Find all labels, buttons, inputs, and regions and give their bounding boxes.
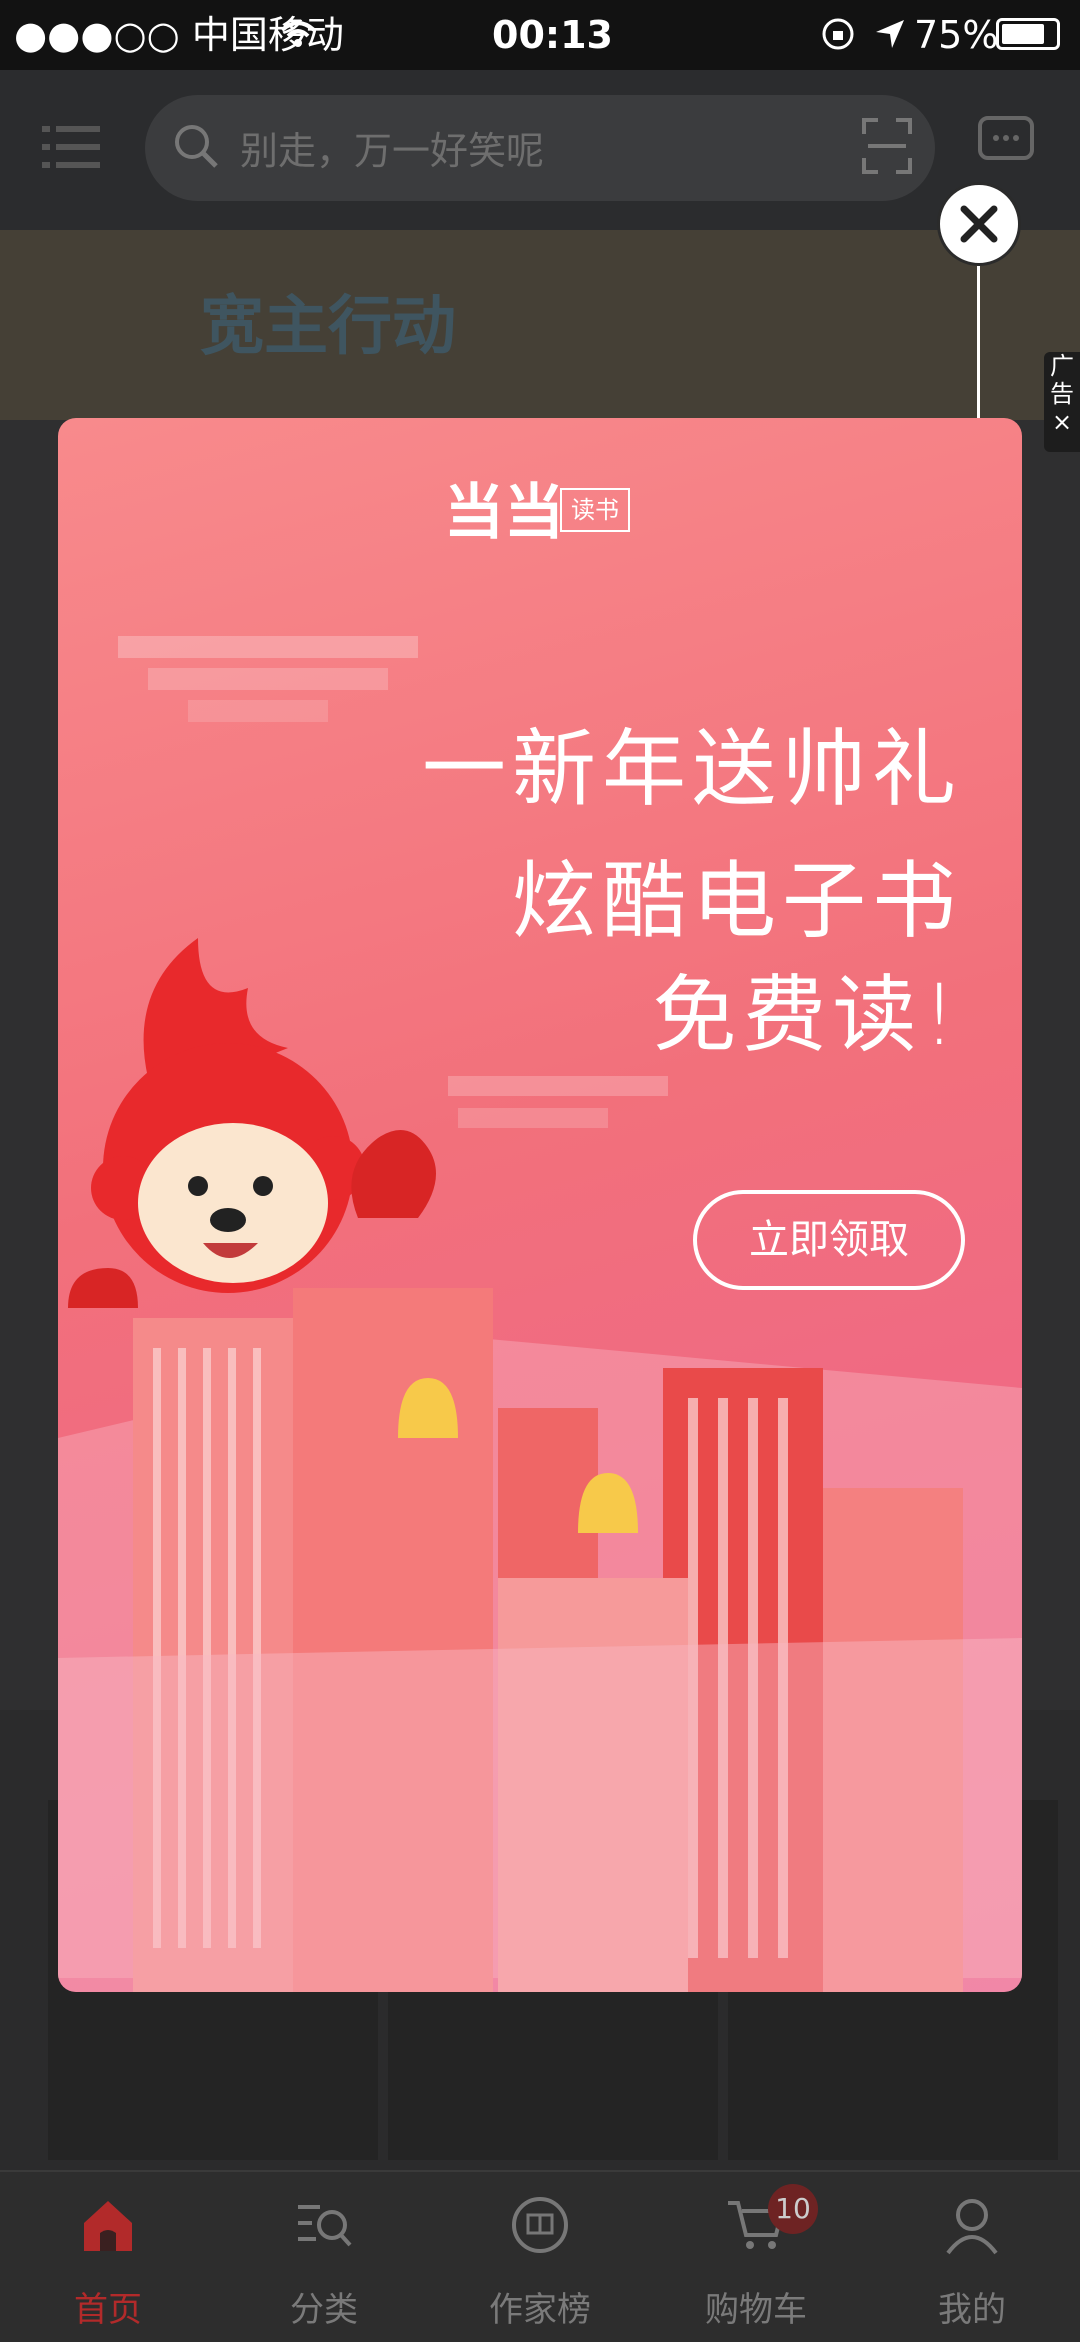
category-search-icon xyxy=(294,2195,354,2255)
status-bar: ●●●○○ 中国移动 00:13 75% xyxy=(0,0,1080,70)
tab-label: 首页 xyxy=(74,2290,142,2330)
cart-badge: 10 xyxy=(768,2184,818,2234)
decor-stripe xyxy=(448,1076,668,1096)
search-input[interactable]: 别走，万一好笑呢 xyxy=(240,120,544,175)
decor-stripe xyxy=(148,668,388,690)
dangdang-logo: 当当 xyxy=(444,478,564,548)
user-icon xyxy=(942,2195,1002,2255)
tab-profile[interactable]: 我的 xyxy=(864,2170,1080,2340)
decor-stripe xyxy=(118,636,418,658)
city-buildings-illustration xyxy=(58,1288,1022,1992)
wifi-icon xyxy=(278,18,318,54)
battery-icon xyxy=(996,18,1060,50)
location-arrow-icon xyxy=(872,16,908,56)
rotation-lock-icon xyxy=(820,16,856,56)
book-icon xyxy=(510,2195,570,2255)
mascot-mitten-illustration xyxy=(351,1130,436,1218)
tab-label: 作家榜 xyxy=(489,2290,591,2330)
battery-percent: 75% xyxy=(914,13,999,57)
clock: 00:13 xyxy=(492,13,613,57)
ad-title-line: 免费读! xyxy=(652,966,962,1064)
ad-tag[interactable]: 广告× xyxy=(1044,352,1080,452)
hero-banner[interactable] xyxy=(0,230,1080,420)
tab-cart[interactable]: 10 购物车 xyxy=(648,2170,864,2340)
scan-icon[interactable] xyxy=(862,118,912,178)
menu-icon[interactable] xyxy=(42,122,102,176)
close-icon xyxy=(954,199,1004,253)
search-icon xyxy=(172,122,222,176)
ad-popup[interactable]: 一新年送帅礼 炫酷电子书 免费读! 当当 读书 立即领取 xyxy=(58,418,1022,1992)
tab-home[interactable]: 首页 xyxy=(0,2170,216,2340)
home-icon xyxy=(78,2195,138,2255)
tab-label: 分类 xyxy=(290,2290,358,2330)
hero-banner-text: 宽主行动 xyxy=(200,290,456,364)
tab-category[interactable]: 分类 xyxy=(216,2170,432,2340)
tab-label: 我的 xyxy=(938,2290,1006,2330)
ad-title-line: 炫酷电子书 xyxy=(511,852,962,950)
decor-stripe xyxy=(188,700,328,722)
ad-title-line: 一新年送帅礼 xyxy=(421,720,962,818)
decor-stripe xyxy=(458,1108,608,1128)
tab-label: 购物车 xyxy=(705,2290,807,2330)
tab-writers[interactable]: 作家榜 xyxy=(432,2170,648,2340)
close-button[interactable] xyxy=(937,182,1021,266)
reading-tag: 读书 xyxy=(560,488,630,532)
claim-button[interactable]: 立即领取 xyxy=(693,1190,965,1290)
message-icon[interactable] xyxy=(976,112,1036,176)
